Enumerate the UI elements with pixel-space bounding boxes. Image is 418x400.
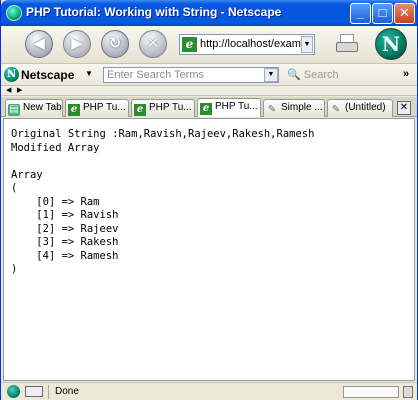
- tab-bar: ▤ New Tab e PHP Tu... e PHP Tu... e PHP Tu..…: [1, 97, 417, 117]
- search-toolbar: N Netscape ▼ Enter Search Terms ▼ 🔍 Sear…: [1, 64, 417, 86]
- netscape-menu-caret-icon[interactable]: ▼: [85, 69, 93, 78]
- title-bar: PHP Tutorial: Working with String - Nets…: [1, 0, 417, 26]
- close-tab-button[interactable]: ✕: [397, 101, 411, 115]
- status-divider: [48, 385, 49, 399]
- search-input[interactable]: Enter Search Terms: [103, 67, 279, 83]
- page-e-icon: e: [68, 104, 80, 116]
- address-bar[interactable]: e http://localhost/example ▼: [179, 34, 315, 55]
- new-tab-icon: ▤: [8, 104, 20, 116]
- page-e-icon: e: [200, 103, 212, 115]
- tab-php-tutorial-2[interactable]: e PHP Tu...: [131, 99, 195, 117]
- output-line: Original String :Ram,Ravish,Rajeev,Rakes…: [11, 128, 315, 140]
- search-button[interactable]: 🔍 Search: [287, 68, 339, 81]
- output-line: Modified Array: [11, 141, 100, 154]
- browser-window: PHP Tutorial: Working with String - Nets…: [0, 0, 418, 400]
- output-line: ): [11, 263, 18, 275]
- tab-label: PHP Tu...: [83, 102, 126, 113]
- page-e-icon: e: [182, 37, 197, 52]
- netscape-menu-label[interactable]: Netscape: [21, 68, 74, 82]
- tab-label: Simple ...: [281, 102, 323, 113]
- reload-button[interactable]: ↻: [101, 30, 129, 58]
- page-e-icon: e: [134, 104, 146, 116]
- print-body-icon: [336, 42, 358, 52]
- php-output: Original String :Ram,Ravish,Rajeev,Rakes…: [11, 128, 314, 277]
- print-icon[interactable]: [334, 32, 360, 56]
- output-line: [3] => Rakesh: [11, 236, 119, 248]
- security-lock-icon[interactable]: [403, 386, 413, 398]
- output-line: [4] => Ramesh: [11, 249, 119, 262]
- close-window-button[interactable]: ✕: [394, 3, 415, 24]
- maximize-button[interactable]: □: [372, 3, 393, 24]
- forward-button[interactable]: ▶: [63, 30, 91, 58]
- window-title: PHP Tutorial: Working with String - Nets…: [26, 5, 282, 19]
- status-bar: Done: [1, 382, 417, 400]
- netscape-status-icon[interactable]: [7, 385, 20, 398]
- output-line: [1] => Ravish: [11, 209, 119, 221]
- tab-php-tutorial-1[interactable]: e PHP Tu...: [65, 99, 129, 117]
- status-text: Done: [55, 386, 79, 397]
- output-line: (: [11, 182, 18, 194]
- url-dropdown-icon[interactable]: ▼: [301, 36, 313, 53]
- tab-new-tab[interactable]: ▤ New Tab: [5, 99, 63, 117]
- scroll-left-icon[interactable]: ◀: [6, 86, 11, 94]
- stop-button[interactable]: ✕: [139, 30, 167, 58]
- page-content: Original String :Ram,Ravish,Rajeev,Rakes…: [3, 118, 415, 381]
- tab-label: PHP Tu...: [149, 102, 192, 113]
- tab-untitled[interactable]: ✎ (Untitled): [327, 99, 393, 117]
- tab-label: New Tab: [23, 102, 62, 113]
- output-line: [2] => Rajeev: [11, 222, 119, 235]
- wrench-icon: ✎: [267, 104, 277, 115]
- scroll-right-icon[interactable]: ▶: [17, 86, 22, 94]
- connection-icon[interactable]: [25, 386, 43, 397]
- output-line: [0] => Ram: [11, 195, 100, 208]
- status-progress-icon: [343, 386, 399, 398]
- output-line: Array: [11, 168, 43, 181]
- search-button-label: Search: [303, 69, 339, 81]
- netscape-small-icon: N: [4, 67, 19, 82]
- wrench-icon: ✎: [331, 104, 341, 115]
- netscape-app-icon: [6, 5, 22, 21]
- url-text[interactable]: http://localhost/example: [200, 38, 304, 50]
- back-button[interactable]: ◀: [25, 30, 53, 58]
- navigation-toolbar: ◀ ▶ ↻ ✕ e http://localhost/example ▼: [1, 26, 417, 64]
- tab-scroll-bar: ◀ ▶: [1, 86, 417, 96]
- minimize-button[interactable]: _: [350, 3, 371, 24]
- netscape-logo-icon[interactable]: N: [375, 28, 407, 60]
- tab-label: PHP Tu...: [215, 101, 258, 112]
- more-toolbar-icon[interactable]: »: [403, 68, 409, 80]
- search-dropdown-icon[interactable]: ▼: [264, 68, 278, 82]
- tab-php-tutorial-active[interactable]: e PHP Tu...: [197, 98, 261, 117]
- tab-simple[interactable]: ✎ Simple ...: [263, 99, 325, 117]
- magnifier-icon: 🔍: [287, 69, 301, 81]
- tab-label: (Untitled): [345, 102, 386, 113]
